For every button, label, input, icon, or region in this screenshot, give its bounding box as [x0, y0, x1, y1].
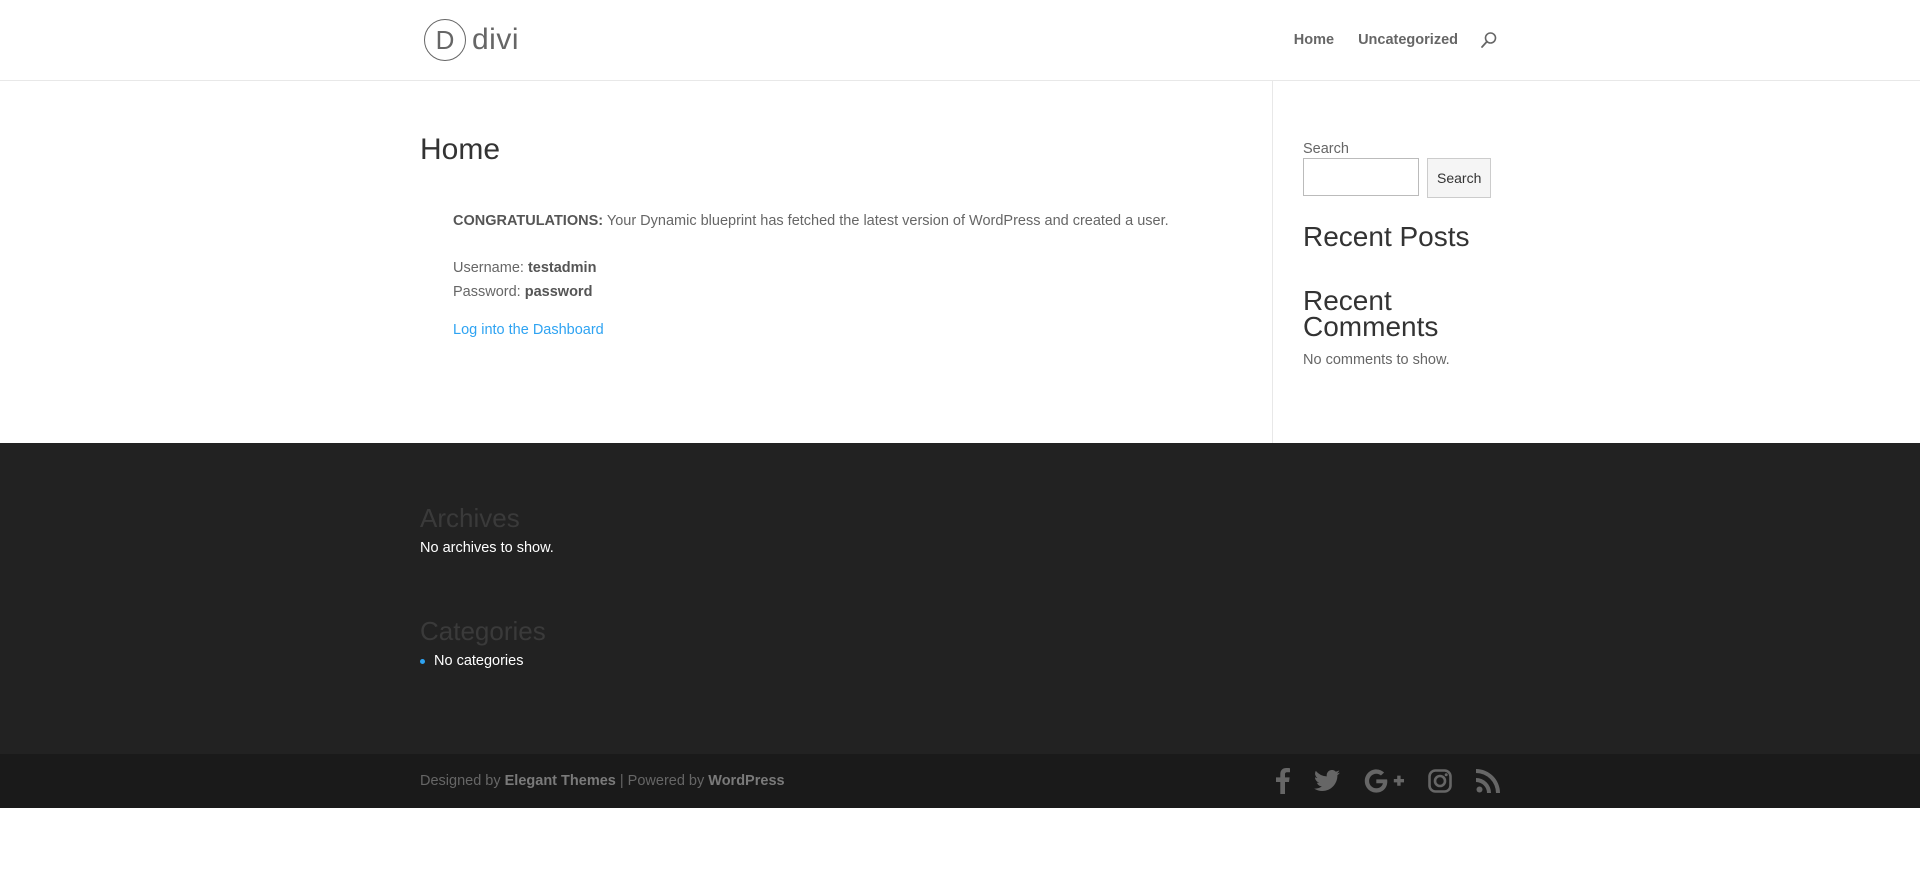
google-plus-icon[interactable]	[1364, 769, 1404, 793]
search-form: Search	[1303, 158, 1500, 198]
no-archives-text: No archives to show.	[420, 540, 554, 556]
content-area: Home CONGRATULATIONS: Your Dynamic bluep…	[420, 81, 1272, 443]
logo-mark: D	[424, 19, 466, 61]
sidebar: Search Search Recent Posts Recent Commen…	[1272, 81, 1500, 443]
footer-credits: Designed by Elegant Themes | Powered by …	[420, 773, 785, 789]
instagram-icon[interactable]	[1428, 769, 1452, 793]
recent-comments-title: Recent Comments	[1303, 285, 1439, 342]
page-title: Home	[420, 133, 501, 166]
social-icons	[1276, 768, 1500, 794]
congrats-text: Your Dynamic blueprint has fetched the l…	[603, 213, 1169, 229]
no-categories-text: No categories	[434, 653, 524, 669]
search-label: Search	[1303, 141, 1349, 157]
credits-middle: | Powered by	[615, 773, 709, 789]
search-icon[interactable]	[1480, 31, 1498, 49]
list-item: No categories	[420, 653, 1500, 669]
twitter-icon[interactable]	[1314, 770, 1340, 792]
username-label: Username:	[453, 260, 528, 276]
categories-title: Categories	[420, 616, 546, 646]
elegant-themes-link[interactable]: Elegant Themes	[505, 773, 616, 789]
congratulations-message: CONGRATULATIONS: Your Dynamic blueprint …	[453, 209, 1272, 233]
nav-item-uncategorized[interactable]: Uncategorized	[1358, 32, 1458, 48]
search-input[interactable]	[1303, 158, 1419, 196]
search-button[interactable]: Search	[1427, 158, 1492, 198]
categories-list: No categories	[420, 653, 1500, 669]
congrats-label: CONGRATULATIONS:	[453, 213, 604, 229]
footer-widgets: Archives No archives to show. Categories…	[0, 443, 1920, 754]
top-navigation: Home Uncategorized	[1270, 31, 1498, 49]
nav-item-home[interactable]: Home	[1294, 32, 1334, 48]
logo-text: divi	[472, 23, 520, 56]
site-logo[interactable]: D divi	[424, 17, 519, 63]
rss-icon[interactable]	[1476, 769, 1500, 793]
username-line: Username: testadmin	[453, 256, 1272, 280]
bullet-icon	[420, 658, 425, 664]
site-header: D divi Home Uncategorized	[0, 0, 1920, 81]
archives-title: Archives	[420, 503, 520, 533]
footer-bottom-bar: Designed by Elegant Themes | Powered by …	[0, 754, 1920, 808]
username-value: testadmin	[527, 260, 597, 276]
password-label: Password:	[453, 284, 525, 300]
facebook-icon[interactable]	[1276, 768, 1290, 794]
entry-content: CONGRATULATIONS: Your Dynamic blueprint …	[420, 209, 1272, 342]
dashboard-link[interactable]: Log into the Dashboard	[453, 322, 604, 338]
no-comments-text: No comments to show.	[1303, 352, 1450, 368]
credits-prefix: Designed by	[420, 773, 505, 789]
main-content: Home CONGRATULATIONS: Your Dynamic bluep…	[0, 81, 1920, 443]
wordpress-link[interactable]: WordPress	[708, 773, 784, 789]
password-line: Password: password	[453, 280, 1272, 304]
recent-posts-title: Recent Posts	[1303, 221, 1470, 252]
password-value: password	[524, 284, 593, 300]
